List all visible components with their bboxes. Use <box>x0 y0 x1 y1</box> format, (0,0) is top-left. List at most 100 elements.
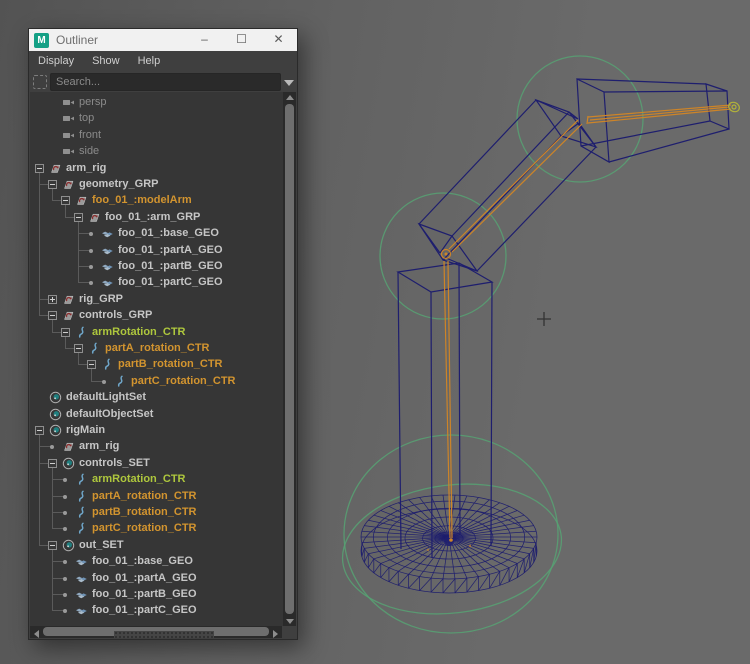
close-button[interactable]: ✕ <box>260 29 297 51</box>
tree-item[interactable]: foo_01_:base_GEO <box>30 225 283 241</box>
set-icon <box>49 391 62 404</box>
tree-item-label: front <box>79 128 102 141</box>
collapse-icon[interactable] <box>74 344 83 353</box>
leaf-dot-icon <box>63 527 67 532</box>
tree-item[interactable]: persp <box>30 94 283 110</box>
collapse-icon[interactable] <box>48 540 57 550</box>
curve-icon <box>75 522 88 535</box>
transform-icon <box>62 293 75 306</box>
leaf-dot-icon <box>89 248 93 253</box>
tree-item[interactable]: arm_rig <box>30 438 283 454</box>
collapse-icon[interactable] <box>35 163 44 173</box>
menubar: Display Show Help <box>29 51 297 71</box>
titlebar[interactable]: M Outliner – ☐ ✕ <box>29 29 297 51</box>
tree-item-label: out_SET <box>79 538 124 551</box>
vertical-scrollbar[interactable] <box>283 92 296 626</box>
tree-item[interactable]: foo_01_:partC_GEO <box>30 274 283 290</box>
scroll-right-icon[interactable] <box>269 626 282 638</box>
scroll-left-icon[interactable] <box>30 626 43 638</box>
leaf-dot-icon <box>63 609 67 614</box>
tree-item[interactable]: rigMain <box>30 422 283 438</box>
set-icon <box>49 424 62 437</box>
leaf-dot-icon <box>89 232 93 237</box>
tree-item-label: partA_rotation_CTR <box>105 342 210 354</box>
camera-icon <box>62 96 75 109</box>
outliner-tree: persp top front side arm_rig geometry_GRP foo_… <box>30 92 283 626</box>
tree-item[interactable]: partB_rotation_CTR <box>30 356 283 372</box>
expand-icon[interactable] <box>48 294 57 304</box>
tree-item-label: foo_01_:base_GEO <box>118 227 219 240</box>
maximize-button[interactable]: ☐ <box>223 29 260 51</box>
tree-item[interactable]: out_SET <box>30 537 283 553</box>
tree-item[interactable]: partC_rotation_CTR <box>30 373 283 389</box>
tree-item-label: foo_01_:arm_GRP <box>105 210 201 223</box>
tree-item[interactable]: foo_01_:partA_GEO <box>30 570 283 586</box>
vertical-scroll-thumb[interactable] <box>285 104 294 614</box>
tree-item[interactable]: armRotation_CTR <box>30 324 283 340</box>
tree-item[interactable]: rig_GRP <box>30 291 283 307</box>
tree-item[interactable]: defaultObjectSet <box>30 406 283 422</box>
tree-item-label: foo_01_:partC_GEO <box>118 276 223 289</box>
tree-item[interactable]: partC_rotation_CTR <box>30 520 283 536</box>
tree-item-label: partC_rotation_CTR <box>92 522 197 535</box>
tree-item[interactable]: top <box>30 110 283 126</box>
leaf-dot-icon <box>89 281 93 286</box>
menu-show[interactable]: Show <box>83 55 129 67</box>
tree-item-label: armRotation_CTR <box>92 473 186 486</box>
collapse-icon[interactable] <box>61 327 70 337</box>
tree-item[interactable]: partA_rotation_CTR <box>30 340 283 356</box>
filter-icon[interactable] <box>33 74 47 89</box>
tree-item[interactable]: foo_01_:base_GEO <box>30 553 283 569</box>
menu-display[interactable]: Display <box>29 55 83 67</box>
tree-item-label: defaultLightSet <box>66 391 147 404</box>
collapse-icon[interactable] <box>48 180 57 189</box>
tree-item[interactable]: foo_01_:partB_GEO <box>30 258 283 274</box>
tree-item[interactable]: foo_01_:partB_GEO <box>30 586 283 602</box>
tree-item[interactable]: geometry_GRP <box>30 176 283 192</box>
leaf-dot-icon <box>50 445 54 450</box>
tree-item-label: partA_rotation_CTR <box>92 489 197 502</box>
tree-item[interactable]: partA_rotation_CTR <box>30 488 283 504</box>
collapse-icon[interactable] <box>74 212 83 222</box>
set-icon <box>62 539 75 552</box>
tree-item[interactable]: foo_01_:modelArm <box>30 192 283 208</box>
leaf-dot-icon <box>63 511 67 515</box>
tree-item-label: foo_01_:partA_GEO <box>92 571 197 584</box>
tree-item[interactable]: controls_SET <box>30 455 283 471</box>
collapse-icon[interactable] <box>61 196 70 206</box>
curve-icon <box>88 342 101 355</box>
curve-icon <box>75 506 88 519</box>
window-title: Outliner <box>56 33 99 47</box>
mesh-icon <box>101 227 114 240</box>
scroll-up-icon[interactable] <box>283 92 296 103</box>
tree-item[interactable]: arm_rig <box>30 160 283 176</box>
tree-item-label: controls_SET <box>79 456 150 469</box>
curve-icon <box>75 489 88 503</box>
collapse-icon[interactable] <box>35 426 44 435</box>
tree-item[interactable]: controls_GRP <box>30 307 283 323</box>
tree-item[interactable]: foo_01_:arm_GRP <box>30 209 283 225</box>
maya-logo-icon: M <box>34 32 49 48</box>
collapse-icon[interactable] <box>48 311 57 321</box>
tree-item[interactable]: armRotation_CTR <box>30 471 283 487</box>
tree-item[interactable]: foo_01_:partC_GEO <box>30 602 283 618</box>
minimize-button[interactable]: – <box>186 29 223 51</box>
tree-item[interactable]: defaultLightSet <box>30 389 283 405</box>
resize-grip[interactable] <box>114 631 214 638</box>
mesh-icon <box>101 260 114 273</box>
tree-item-label: side <box>79 145 100 158</box>
tree-item[interactable]: partB_rotation_CTR <box>30 504 283 520</box>
tree-item-label: arm_rig <box>66 161 107 174</box>
tree-item[interactable]: front <box>30 127 283 143</box>
collapse-icon[interactable] <box>87 360 96 370</box>
tree-item[interactable]: side <box>30 143 283 159</box>
mesh-icon <box>75 604 88 617</box>
tree-item[interactable]: foo_01_:partA_GEO <box>30 242 283 258</box>
search-options-button[interactable] <box>281 74 297 90</box>
search-input[interactable] <box>50 72 281 91</box>
collapse-icon[interactable] <box>48 458 57 468</box>
tree-item-label: defaultObjectSet <box>66 407 154 420</box>
cursor-crosshair <box>537 312 551 326</box>
menu-help[interactable]: Help <box>129 55 170 67</box>
scroll-down-icon[interactable] <box>283 615 296 626</box>
